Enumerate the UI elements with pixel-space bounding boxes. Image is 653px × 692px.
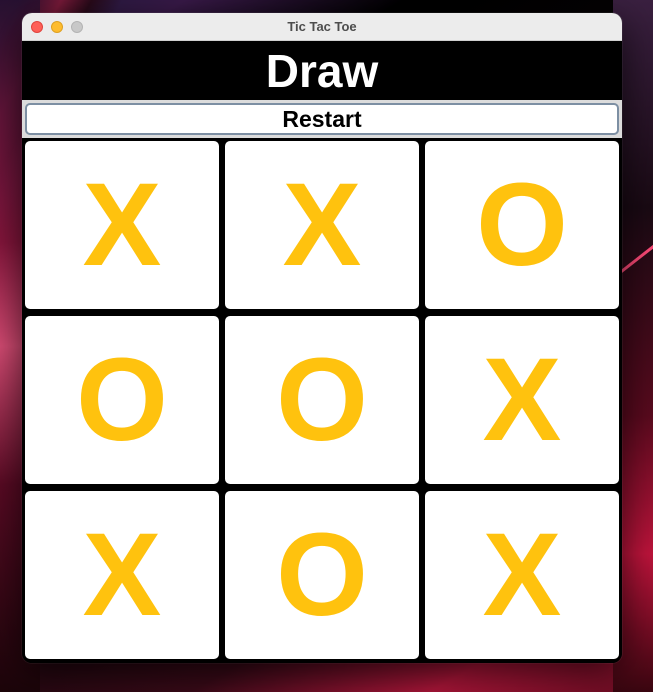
restart-container: Restart [22,100,622,138]
game-status: Draw [265,44,379,97]
game-board: X X O O O X X O X [22,138,622,663]
cell-mark: X [482,509,562,641]
board-cell-3[interactable]: O [425,141,619,309]
board-cell-5[interactable]: O [225,316,419,484]
board-cell-4[interactable]: O [25,316,219,484]
board-cell-6[interactable]: X [425,316,619,484]
board-cell-9[interactable]: X [425,491,619,659]
cell-mark: O [76,334,168,466]
app-window: Tic Tac Toe Draw Restart X X O O O X X O… [22,13,622,663]
board-cell-1[interactable]: X [25,141,219,309]
cell-mark: X [482,334,562,466]
cell-mark: O [276,334,368,466]
cell-mark: X [282,159,362,291]
board-cell-2[interactable]: X [225,141,419,309]
cell-mark: X [82,159,162,291]
board-cell-8[interactable]: O [225,491,419,659]
cell-mark: O [476,159,568,291]
cell-mark: O [276,509,368,641]
cell-mark: X [82,509,162,641]
restart-button[interactable]: Restart [25,103,619,135]
window-title: Tic Tac Toe [287,19,357,34]
status-bar: Draw [22,41,622,100]
board-cell-7[interactable]: X [25,491,219,659]
title-bar[interactable]: Tic Tac Toe [22,13,622,41]
